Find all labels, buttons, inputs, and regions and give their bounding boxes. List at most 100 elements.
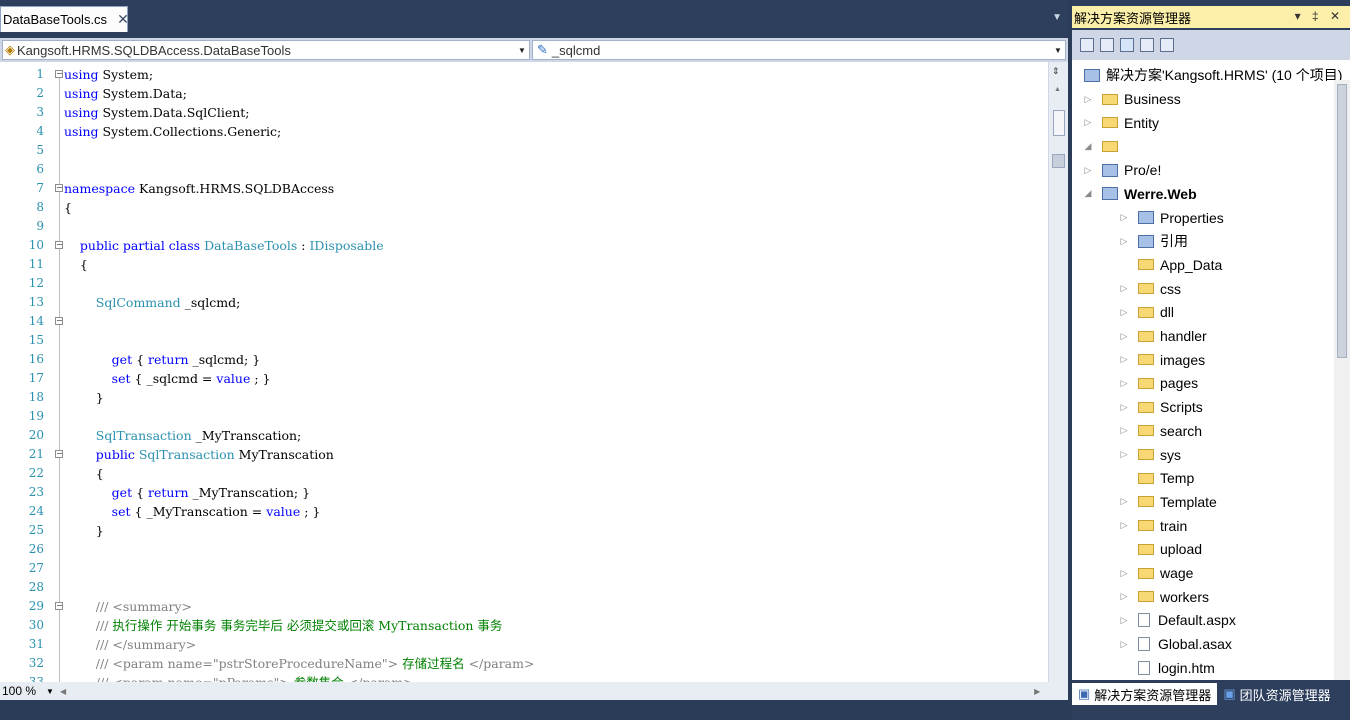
document-tab[interactable]: DataBaseTools.cs ✕ [0,6,129,32]
collapse-icon[interactable]: − [55,241,63,249]
tree-node[interactable]: Temp [1118,467,1194,489]
scroll-right-icon[interactable]: ▶ [1034,687,1040,696]
code-line[interactable]: 9 [0,217,1048,236]
tree-node[interactable]: ▷ Properties [1118,207,1224,229]
expand-arrow-icon[interactable]: ▷ [1118,591,1130,602]
code-line[interactable]: 20 SqlTransaction _MyTranscation; [0,426,1048,445]
code-line[interactable]: 18 } [0,388,1048,407]
code-line[interactable]: 7 − namespace Kangsoft.HRMS.SQLDBAccess [0,179,1048,198]
expanded-arrow-icon[interactable]: ◢ [1082,141,1094,152]
code-line[interactable]: 23 get { return _MyTranscation; } [0,483,1048,502]
code-line[interactable]: 11 { [0,255,1048,274]
solution-node[interactable]: 解决方案'Kangsoft.HRMS' (10 个项目) [1084,64,1342,86]
close-icon[interactable]: ✕ [117,11,129,28]
code-line[interactable]: 33 /// <param name="pParams"> 参数集合 </par… [0,673,1048,682]
type-combo[interactable]: ◈ Kangsoft.HRMS.SQLDBAccess.DataBaseTool… [2,40,530,60]
tree-node[interactable]: ▷ 引用 [1118,230,1188,252]
code-line[interactable]: 28 [0,578,1048,597]
expand-arrow-icon[interactable]: ▷ [1118,568,1130,579]
code-line[interactable]: 12 [0,274,1048,293]
split-handle-icon[interactable]: ⇕ [1052,66,1060,77]
expand-arrow-icon[interactable]: ▷ [1118,354,1130,365]
expand-arrow-icon[interactable]: ▷ [1118,496,1130,507]
collapse-icon[interactable]: − [55,450,63,458]
code-line[interactable]: 4 using System.Collections.Generic; [0,122,1048,141]
tree-node[interactable]: ▷ Template [1118,491,1217,513]
expand-arrow-icon[interactable]: ▷ [1118,212,1130,223]
code-line[interactable]: 10 − public partial class DataBaseTools :… [0,236,1048,255]
window-controls[interactable]: ▾ ‡ ✕ [1295,9,1344,23]
refresh-icon[interactable] [1120,38,1134,52]
tree-node[interactable]: ▷ train [1118,515,1188,537]
expand-arrow-icon[interactable]: ▷ [1082,117,1094,128]
expand-arrow-icon[interactable]: ▷ [1118,615,1130,626]
tree-node[interactable]: ▷ Entity [1082,112,1159,134]
tree-node[interactable]: ▷ Scripts [1118,396,1203,418]
tree-node[interactable]: ▷ dll [1118,301,1174,323]
tree-node[interactable]: ▷ css [1118,278,1181,300]
tree-node[interactable]: ▷ Pro/e! [1082,159,1162,181]
code-line[interactable]: 21 − public SqlTransaction MyTranscation [0,445,1048,464]
chevron-down-icon[interactable]: ▼ [515,41,529,59]
tree-node[interactable]: ▷ wage [1118,562,1194,584]
code-line[interactable]: 22 { [0,464,1048,483]
view-code-icon[interactable] [1140,38,1154,52]
tree-node[interactable]: ▷ Global.asax [1118,633,1232,655]
collapse-icon[interactable]: − [55,602,63,610]
expand-arrow-icon[interactable]: ▷ [1118,236,1130,247]
expand-arrow-icon[interactable]: ▷ [1118,378,1130,389]
expand-arrow-icon[interactable]: ▷ [1118,520,1130,531]
tree-node[interactable]: ▷ pages [1118,372,1199,394]
code-line[interactable]: 31 /// </summary> [0,635,1048,654]
tree-node[interactable]: App_Data [1118,254,1222,276]
scroll-left-icon[interactable]: ◀ [60,687,66,696]
collapse-icon[interactable]: − [55,317,63,325]
code-line[interactable]: 2 using System.Data; [0,84,1048,103]
tree-node[interactable]: ▷ search [1118,420,1203,442]
code-line[interactable]: 1 − using System; [0,65,1048,84]
code-line[interactable]: 27 [0,559,1048,578]
code-line[interactable]: 6 [0,160,1048,179]
code-line[interactable]: 15 [0,331,1048,350]
collapse-icon[interactable]: − [55,184,63,192]
tree-node[interactable]: ▷ workers [1118,586,1209,608]
expand-arrow-icon[interactable]: ▷ [1118,402,1130,413]
tree-node[interactable]: login.htm [1118,657,1215,679]
code-line[interactable]: 25 } [0,521,1048,540]
scroll-thumb[interactable] [1053,110,1065,136]
view-designer-icon[interactable] [1160,38,1174,52]
tree-node[interactable]: ▷ images [1118,349,1206,371]
code-line[interactable]: 3 using System.Data.SqlClient; [0,103,1048,122]
code-line[interactable]: 5 [0,141,1048,160]
expand-arrow-icon[interactable]: ▷ [1118,307,1130,318]
code-line[interactable]: 8{ [0,198,1048,217]
tree-scrollbar[interactable] [1334,80,1350,680]
tree-node[interactable]: ◢ Werre.Web [1082,183,1197,205]
code-text-area[interactable]: 1− using System; 2 using System.Data; 3 using… [0,62,1068,682]
show-all-files-icon[interactable] [1080,38,1094,52]
code-line[interactable]: 14 − [0,312,1048,331]
collapse-icon[interactable]: − [55,70,63,78]
code-line[interactable]: 17 set { _sqlcmd = value ; } [0,369,1048,388]
expand-arrow-icon[interactable]: ▷ [1082,94,1094,105]
code-line[interactable]: 30 /// 执行操作 开始事务 事务完毕后 必须提交或回滚 MyTransac… [0,616,1048,635]
expand-arrow-icon[interactable]: ▷ [1118,449,1130,460]
code-line[interactable]: 13 SqlCommand _sqlcmd; [0,293,1048,312]
zoom-dropdown-icon[interactable]: ▼ [46,687,54,696]
tree-node[interactable]: ▷ Business [1082,88,1181,110]
tab-solution-explorer[interactable]: ▣ 解决方案资源管理器 [1072,683,1218,705]
member-combo[interactable]: ✎ _sqlcmd ▼ [532,40,1066,60]
expand-arrow-icon[interactable]: ▷ [1082,165,1094,176]
chevron-down-icon[interactable]: ▼ [1052,12,1062,23]
tree-node[interactable]: ◢ [1082,135,1124,157]
tab-team-explorer[interactable]: ▣ 团队资源管理器 [1217,683,1336,705]
tree-scroll-thumb[interactable] [1337,84,1347,358]
code-line[interactable]: 19 [0,407,1048,426]
code-line[interactable]: 26 [0,540,1048,559]
expand-arrow-icon[interactable]: ▷ [1118,331,1130,342]
properties-icon[interactable] [1100,38,1114,52]
tree-node[interactable]: ▷ handler [1118,325,1207,347]
tree-node[interactable]: upload [1118,538,1202,560]
expand-arrow-icon[interactable]: ▷ [1118,283,1130,294]
scroll-up-icon[interactable]: ▲ [1054,86,1061,93]
